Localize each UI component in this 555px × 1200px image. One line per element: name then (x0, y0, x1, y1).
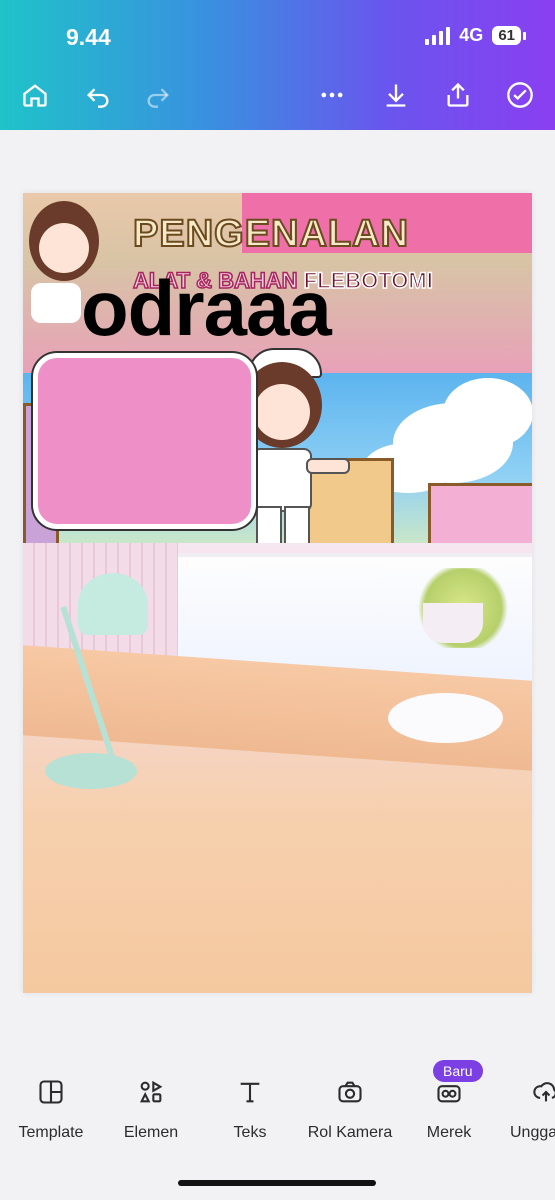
design-title[interactable]: PENGENALAN (132, 212, 409, 256)
more-icon[interactable] (317, 80, 347, 110)
network-label: 4G (459, 25, 484, 45)
nav-unggah[interactable]: Ungga (510, 1078, 555, 1142)
undo-icon[interactable] (83, 80, 113, 110)
nav-label: Template (18, 1124, 84, 1141)
text-icon (240, 1082, 260, 1103)
nav-label: Ungga (510, 1124, 555, 1141)
top-bar: 9.44 4G 61 (0, 0, 555, 130)
desk-room-image[interactable] (23, 543, 532, 993)
status-time: 9.44 (66, 24, 111, 50)
dish (388, 693, 503, 743)
home-icon[interactable] (20, 80, 50, 110)
nav-template[interactable]: Template (14, 1078, 88, 1142)
status-indicators: 4G 61 (425, 25, 526, 46)
home-indicator (178, 1180, 376, 1186)
nav-teks[interactable]: Teks (227, 1078, 273, 1142)
nav-merek[interactable]: Merek (422, 1078, 476, 1142)
brand-icon (437, 1085, 461, 1103)
nav-rol-kamera[interactable]: Rol Kamera (305, 1078, 395, 1142)
overlay-text[interactable]: odraaa (81, 263, 332, 354)
nav-label: Merek (426, 1124, 472, 1141)
pink-text-box[interactable] (33, 353, 256, 529)
upload-icon (533, 1082, 555, 1102)
download-icon[interactable] (381, 80, 411, 110)
nav-label: Elemen (123, 1124, 179, 1141)
new-badge: Baru (433, 1060, 483, 1082)
elements-icon (139, 1080, 163, 1103)
share-icon[interactable] (443, 80, 473, 110)
template-icon (39, 1080, 63, 1104)
signal-icon (425, 26, 451, 45)
design-canvas[interactable]: PENGENALAN ALAT & BAHAN FLEBOTOMI odraaa (23, 193, 532, 993)
nav-label: Rol Kamera (307, 1124, 393, 1141)
redo-icon[interactable] (143, 80, 173, 110)
nav-label: Teks (233, 1124, 267, 1141)
nav-elemen[interactable]: Elemen (118, 1078, 184, 1142)
camera-icon (338, 1081, 362, 1103)
battery-icon: 61 (492, 26, 526, 45)
check-icon[interactable] (505, 80, 535, 110)
